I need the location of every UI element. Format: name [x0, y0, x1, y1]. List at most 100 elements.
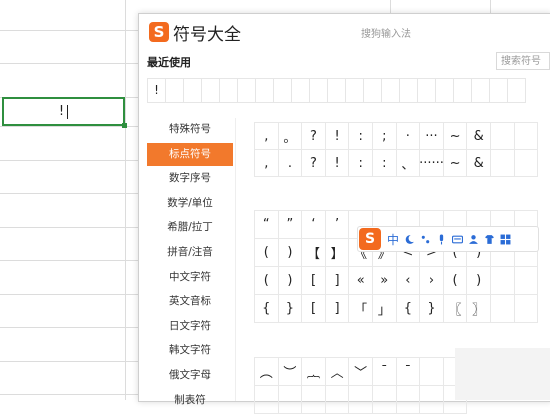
punctuation-icon[interactable] [420, 234, 431, 245]
ime-toolbar[interactable]: S 中 [357, 226, 539, 252]
symbol-cell[interactable]: ¯ [395, 357, 421, 386]
active-cell[interactable]: ! [2, 97, 127, 128]
symbol-cell[interactable] [419, 357, 444, 386]
symbol-cell[interactable] [513, 294, 539, 323]
symbol-cell[interactable]: ! [324, 122, 350, 150]
recent-symbol-cell[interactable] [363, 78, 382, 103]
symbol-cell[interactable]: » [371, 266, 397, 295]
recent-symbol-cell[interactable] [417, 78, 436, 103]
symbol-cell[interactable] [489, 149, 515, 177]
recent-symbol-cell[interactable] [399, 78, 418, 103]
symbol-cell[interactable]: 〖 [442, 294, 468, 323]
recent-symbol-cell[interactable] [165, 78, 184, 103]
symbol-cell[interactable]: ‹ [395, 266, 421, 295]
symbol-cell[interactable]: 】 [324, 238, 350, 267]
recent-symbol-cell[interactable] [219, 78, 238, 103]
ime-mode-button[interactable]: 中 [387, 231, 399, 248]
recent-symbol-cell[interactable] [435, 78, 454, 103]
symbol-cell[interactable]: “ [254, 210, 279, 239]
recent-symbol-cell[interactable] [471, 78, 490, 103]
symbol-cell[interactable]: & [466, 149, 491, 177]
symbol-cell[interactable]: ··· [419, 122, 444, 150]
recent-symbol-cell[interactable] [345, 78, 364, 103]
recent-symbol-cell[interactable] [237, 78, 256, 103]
symbol-cell[interactable]: ︷ [301, 357, 326, 386]
category-item[interactable]: 制表符 [147, 389, 233, 412]
symbol-cell[interactable]: ] [324, 294, 350, 323]
symbol-cell[interactable]: . [277, 149, 303, 177]
symbol-cell[interactable] [513, 122, 539, 150]
symbol-cell[interactable]: , [254, 149, 279, 177]
symbol-cell[interactable]: « [348, 266, 373, 295]
category-item[interactable]: 俄文字母 [147, 364, 233, 387]
symbol-cell[interactable]: ( [254, 266, 279, 295]
category-item[interactable]: 数字序号 [147, 167, 233, 190]
symbol-cell[interactable]: ” [277, 210, 303, 239]
symbol-cell[interactable]: ︵ [254, 357, 279, 386]
symbol-cell[interactable]: } [419, 294, 444, 323]
symbol-cell[interactable]: 、 [395, 149, 421, 177]
recent-symbol-cell[interactable] [291, 78, 310, 103]
category-item[interactable]: 特殊符号 [147, 118, 233, 141]
recent-symbol-cell[interactable]: ! [147, 78, 166, 103]
category-item[interactable]: 希腊/拉丁 [147, 216, 233, 239]
symbol-cell[interactable]: : [348, 149, 373, 177]
symbol-cell[interactable]: ! [324, 149, 350, 177]
category-item[interactable]: 拼音/注音 [147, 241, 233, 264]
symbol-cell[interactable]: · [395, 122, 421, 150]
symbol-cell[interactable]: 「 [348, 294, 373, 323]
category-item[interactable]: 英文音标 [147, 290, 233, 313]
recent-symbol-cell[interactable] [273, 78, 292, 103]
recent-symbol-cell[interactable] [489, 78, 508, 103]
symbol-cell[interactable]: ? [301, 149, 326, 177]
symbol-cell[interactable]: ~ [442, 149, 468, 177]
symbol-cell[interactable]: [ [301, 266, 326, 295]
symbol-cell[interactable]: 。 [277, 122, 303, 150]
symbol-cell[interactable]: ﹀ [348, 357, 373, 386]
recent-symbol-cell[interactable] [507, 78, 526, 103]
symbol-cell[interactable]: { [254, 294, 279, 323]
symbol-cell[interactable]: ~ [442, 122, 468, 150]
symbol-cell[interactable]: ) [466, 266, 491, 295]
shirt-icon[interactable] [484, 234, 495, 245]
recent-symbol-cell[interactable] [453, 78, 472, 103]
symbol-cell[interactable]: } [277, 294, 303, 323]
symbol-cell[interactable]: ) [277, 238, 303, 267]
symbol-cell[interactable]: ( [442, 266, 468, 295]
symbol-cell[interactable]: ‘ [301, 210, 326, 239]
category-item[interactable]: 中文字符 [147, 266, 233, 289]
symbol-cell[interactable] [489, 294, 515, 323]
symbol-cell[interactable]: 【 [301, 238, 326, 267]
recent-symbol-cell[interactable] [255, 78, 274, 103]
category-item[interactable]: 韩文字符 [147, 339, 233, 362]
symbol-cell[interactable]: ˉ [371, 357, 397, 386]
ime-logo-icon[interactable]: S [359, 228, 381, 250]
symbol-cell[interactable]: { [395, 294, 421, 323]
symbol-cell[interactable]: ︿ [324, 357, 350, 386]
symbol-cell[interactable] [513, 149, 539, 177]
moon-icon[interactable] [404, 234, 415, 245]
titlebar[interactable]: S 符号大全 搜狗输入法 [139, 14, 550, 54]
user-icon[interactable] [468, 234, 479, 245]
symbol-cell[interactable]: ? [301, 122, 326, 150]
grid-icon[interactable] [500, 234, 511, 245]
symbol-cell[interactable]: ; [371, 122, 397, 150]
symbol-cell[interactable]: , [254, 122, 279, 150]
symbol-cell[interactable]: 〗 [466, 294, 491, 323]
recent-symbol-cell[interactable] [309, 78, 328, 103]
microphone-icon[interactable] [436, 234, 447, 245]
symbol-cell[interactable]: 」 [371, 294, 397, 323]
symbol-cell[interactable] [489, 266, 515, 295]
symbol-cell[interactable]: : [371, 149, 397, 177]
symbol-cell[interactable]: ) [277, 266, 303, 295]
symbol-cell[interactable]: ( [254, 238, 279, 267]
category-item[interactable]: 数学/单位 [147, 192, 233, 215]
recent-symbol-cell[interactable] [327, 78, 346, 103]
recent-symbol-cell[interactable] [183, 78, 202, 103]
category-item[interactable]: 日文字符 [147, 315, 233, 338]
symbol-cell[interactable]: ] [324, 266, 350, 295]
symbol-cell[interactable] [513, 266, 539, 295]
symbol-cell[interactable]: ······ [419, 149, 444, 177]
category-item[interactable]: 标点符号 [147, 142, 233, 166]
symbol-search-input[interactable]: 搜索符号 [496, 52, 550, 70]
